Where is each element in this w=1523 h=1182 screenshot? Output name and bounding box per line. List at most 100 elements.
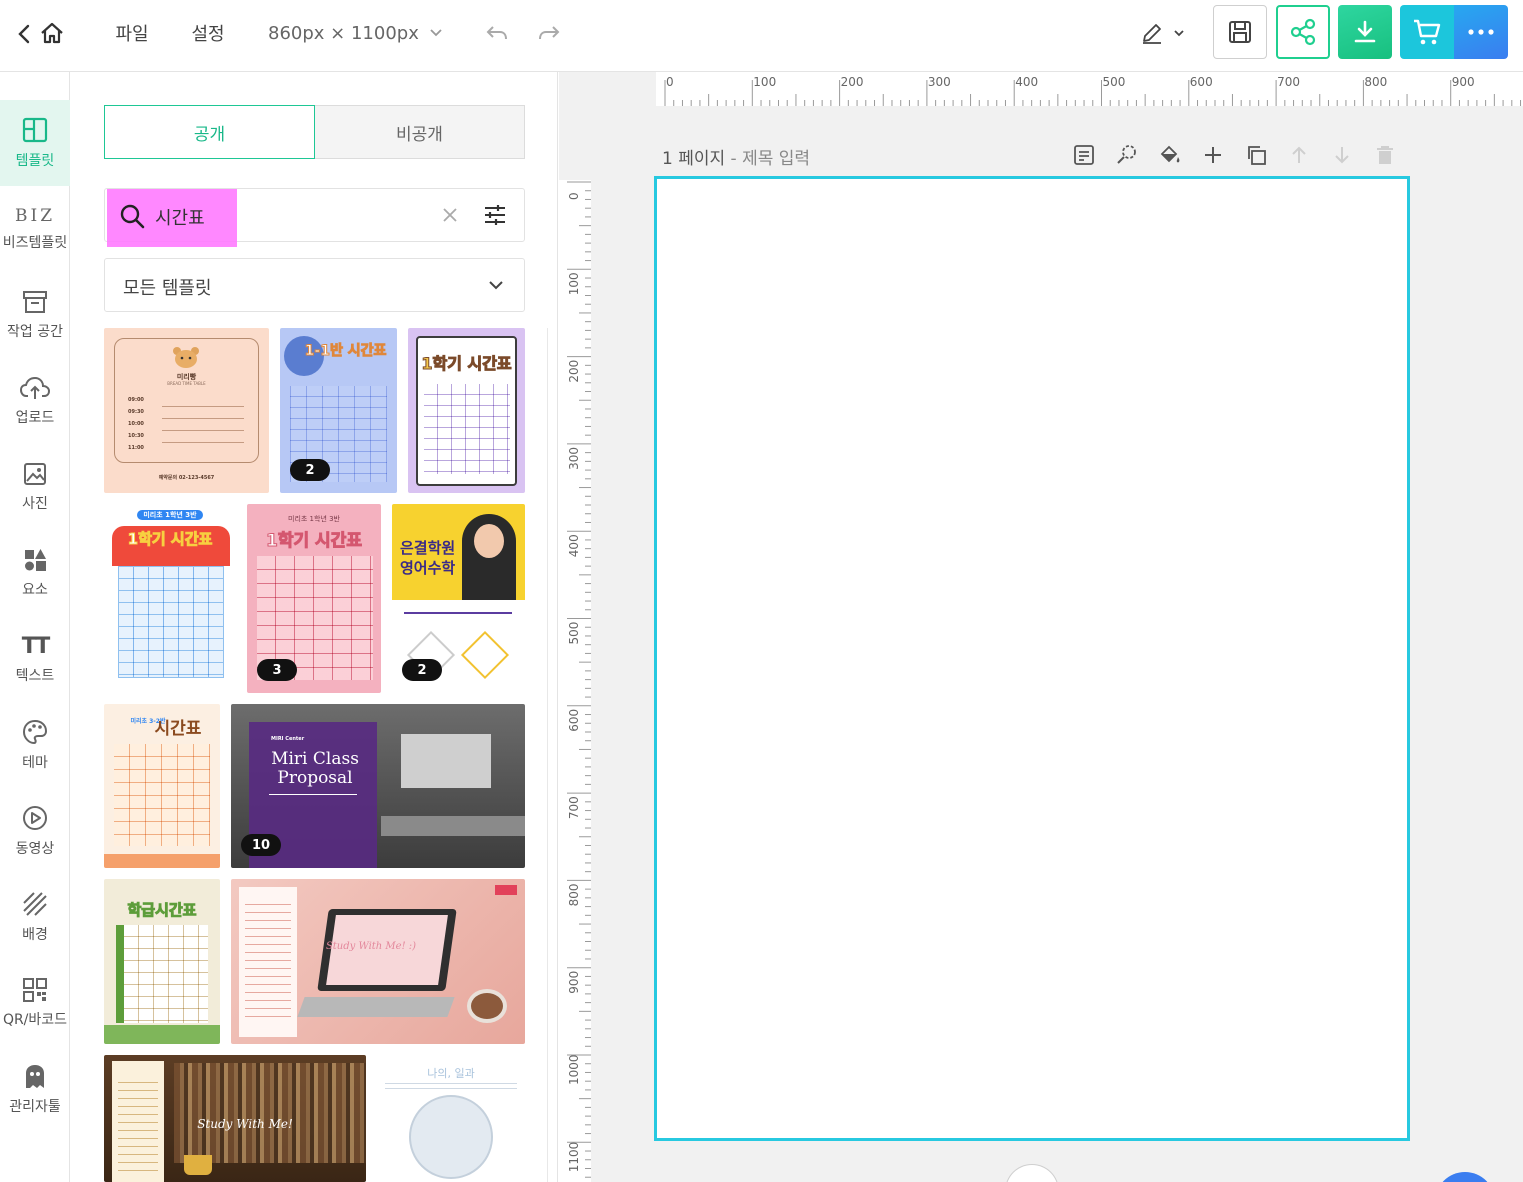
template-phone: 예약문의 02-123-4567: [158, 475, 215, 481]
template-top-label: MIRI Center: [271, 736, 305, 742]
play-icon: [21, 804, 49, 832]
rail-item-theme[interactable]: 테마: [0, 702, 70, 788]
pencil-icon: [1139, 20, 1165, 46]
home-icon[interactable]: [38, 18, 66, 48]
help-button[interactable]: [1435, 1172, 1495, 1182]
ruler-tick-label: 200: [841, 75, 864, 89]
template-card[interactable]: Study With Me! :): [231, 879, 525, 1044]
undo-icon[interactable]: [483, 20, 511, 46]
template-card[interactable]: 미리초 1학년 3반 1학기 시간표: [104, 504, 236, 693]
canvas-size-label: 860px × 1100px: [268, 22, 419, 44]
rail-item-text[interactable]: TT 텍스트: [0, 616, 70, 702]
rail-item-video[interactable]: 동영상: [0, 788, 70, 874]
template-top-label: 미리초 1학년 3반: [288, 515, 340, 523]
save-button[interactable]: [1213, 5, 1267, 59]
rail-item-biz-templates[interactable]: BIZ 비즈템플릿: [0, 186, 70, 272]
photo-icon: [22, 461, 48, 487]
template-card[interactable]: 학급시간표: [104, 879, 220, 1044]
ruler-tick-label: 800: [567, 883, 581, 906]
cart-icon: [1411, 17, 1443, 47]
ruler-tick-label: 700: [1277, 75, 1300, 89]
rail-label: 템플릿: [15, 153, 55, 169]
rail-item-background[interactable]: 배경: [0, 874, 70, 960]
floppy-disk-icon: [1226, 18, 1254, 46]
rail-item-workspace[interactable]: 작업 공간: [0, 272, 70, 358]
template-card[interactable]: 미리초 1학년 3반 1학기 시간표 3: [247, 504, 381, 693]
rail-item-upload[interactable]: 업로드: [0, 358, 70, 444]
biz-icon: BIZ: [14, 206, 56, 226]
search-input[interactable]: 시간표: [155, 204, 205, 230]
ruler-tick-label: 800: [1364, 75, 1387, 89]
rail-item-admin-tools[interactable]: 관리자툴: [0, 1046, 70, 1132]
rail-item-elements[interactable]: 요소: [0, 530, 70, 616]
ruler-tick-label: 600: [1190, 75, 1213, 89]
page-number: 1 페이지: [662, 149, 726, 169]
add-page-icon[interactable]: [1200, 142, 1226, 168]
more-button[interactable]: [1454, 5, 1508, 59]
template-card[interactable]: 은결학원 영어수학 2: [392, 504, 525, 693]
left-rail: 템플릿 BIZ 비즈템플릿 작업 공간 업로드 사진 요소 TT 텍스트 테마 …: [0, 72, 70, 1182]
move-page-down-icon[interactable]: [1329, 142, 1355, 168]
ruler-tick-label: 0: [567, 192, 581, 200]
template-title: 1학기 시간표: [266, 531, 363, 552]
template-card[interactable]: 나의, 일과: [377, 1055, 525, 1182]
panel-scrollbar[interactable]: [547, 328, 548, 1182]
ruler-tick-label: 900: [1452, 75, 1475, 89]
template-title: 1-1반 시간표: [304, 343, 387, 360]
download-button[interactable]: [1338, 5, 1392, 59]
download-icon: [1351, 18, 1379, 46]
delete-page-icon[interactable]: [1372, 142, 1398, 168]
rail-item-templates[interactable]: 템플릿: [0, 100, 70, 186]
template-title: 은결학원 영어수학: [400, 539, 456, 577]
template-title: 1학기 시간표: [421, 354, 512, 374]
template-category-select[interactable]: 모든 템플릿: [104, 258, 525, 312]
rail-item-qr-barcode[interactable]: QR/바코드: [0, 960, 70, 1046]
template-card[interactable]: Study With Me!: [104, 1055, 366, 1182]
rail-label: 사진: [22, 496, 48, 512]
paint-bucket-icon[interactable]: [1157, 142, 1183, 168]
rail-label: 배경: [22, 927, 48, 943]
duplicate-page-icon[interactable]: [1243, 142, 1269, 168]
edit-mode-dropdown[interactable]: [1134, 18, 1190, 48]
page-nav-handle[interactable]: [1005, 1164, 1059, 1182]
redo-icon[interactable]: [535, 20, 563, 46]
ruler-tick-label: 500: [1103, 75, 1126, 89]
canvas-size-dropdown[interactable]: 860px × 1100px: [268, 20, 448, 46]
tab-public[interactable]: 공개: [104, 105, 315, 159]
rail-label: 비즈템플릿: [2, 235, 68, 251]
cart-button[interactable]: [1400, 5, 1454, 59]
file-menu[interactable]: 파일: [112, 20, 152, 46]
page-note-icon[interactable]: [1071, 142, 1097, 168]
template-card[interactable]: 미리초 3-2반 시간표: [104, 704, 220, 868]
share-button[interactable]: [1276, 5, 1330, 59]
page-search-icon[interactable]: [1114, 142, 1140, 168]
rail-item-photos[interactable]: 사진: [0, 444, 70, 530]
ruler-tick-label: 900: [567, 971, 581, 994]
template-card[interactable]: 미리빵 BREAD TIME TABLE 09:00 09:30 10:00 10:3…: [104, 328, 269, 493]
design-page[interactable]: [654, 176, 1410, 1141]
tab-private[interactable]: 비공개: [315, 105, 525, 159]
template-top-label: 미리초 1학년 3반: [104, 510, 236, 520]
ruler-tick-label: 300: [928, 75, 951, 89]
shapes-icon: [22, 547, 48, 573]
rail-label: QR/바코드: [2, 1012, 68, 1028]
template-card[interactable]: 1-1반 시간표 2: [280, 328, 397, 493]
qr-icon: [22, 977, 48, 1003]
settings-menu[interactable]: 설정: [188, 20, 228, 46]
canvas-workspace[interactable]: 0 100 200 300 400 500 600 700 800 900 0 100 200 300 4…: [559, 72, 1523, 1182]
clear-icon[interactable]: [441, 206, 459, 224]
palette-icon: [21, 718, 49, 746]
back-chevron-icon[interactable]: [12, 20, 36, 48]
template-card[interactable]: 1학기 시간표: [408, 328, 525, 493]
template-card[interactable]: MIRI Center Miri Class Proposal 10: [231, 704, 525, 868]
template-title: Study With Me!: [197, 1117, 293, 1131]
ruler-tick-label: 400: [567, 534, 581, 557]
rail-label: 텍스트: [15, 667, 55, 684]
page-title-input[interactable]: 제목 입력: [742, 149, 810, 169]
move-page-up-icon[interactable]: [1286, 142, 1312, 168]
filter-sliders-icon[interactable]: [483, 203, 507, 227]
template-subtitle: BREAD TIME TABLE: [167, 381, 206, 386]
page-count-badge: 2: [290, 459, 330, 481]
template-rows: 09:00 09:30 10:00 10:30 11:00: [128, 397, 144, 451]
ruler-tick-label: 200: [567, 360, 581, 383]
